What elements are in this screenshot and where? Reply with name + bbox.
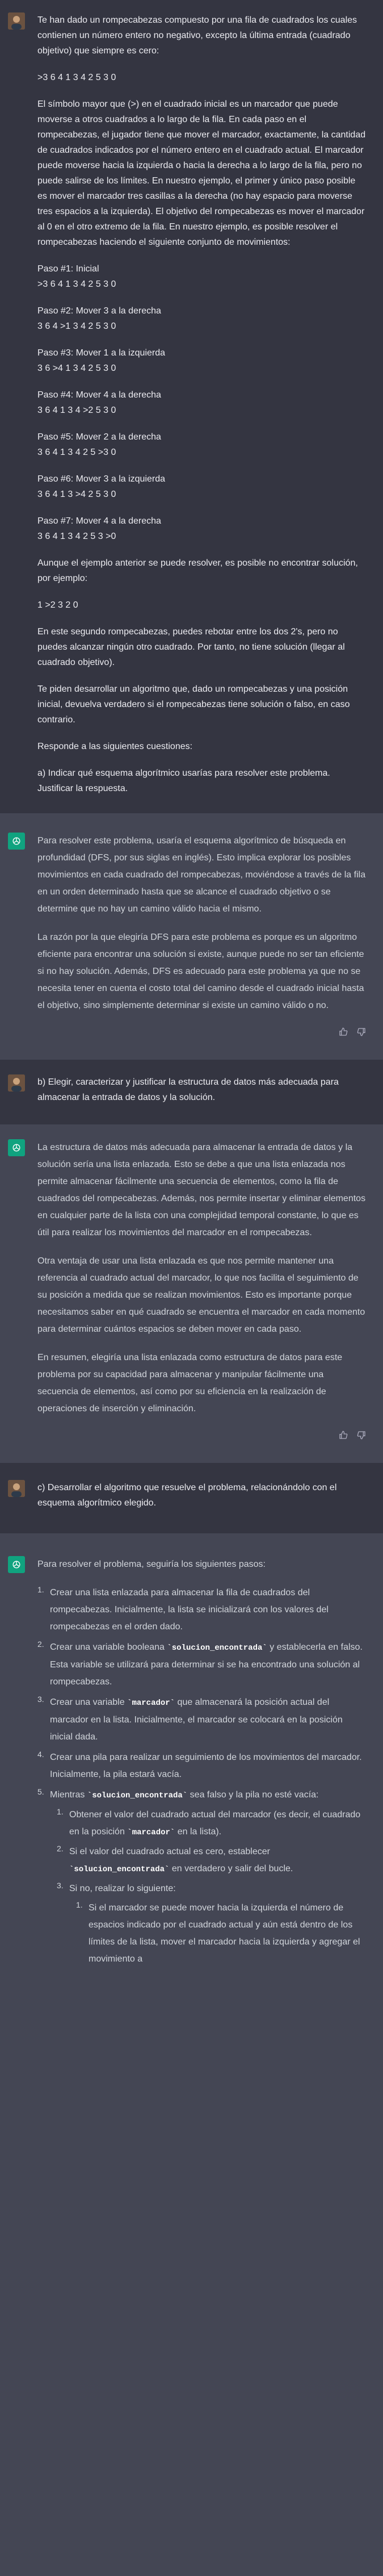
paragraph: En este segundo rompecabezas, puedes reb… (37, 627, 345, 667)
paragraph: Responde a las siguientes cuestiones: (37, 742, 193, 751)
user-avatar-icon (8, 1074, 25, 1092)
list-item: Si el valor del cuadrado actual es cero,… (57, 1840, 293, 1874)
paragraph: Para resolver este problema, usaría el e… (37, 836, 366, 914)
paragraph: La razón por la que elegiría DFS para es… (37, 932, 364, 1010)
paragraph: La estructura de datos más adecuada para… (37, 1143, 366, 1237)
paragraph: El símbolo mayor que (>) en el cuadrado … (37, 99, 366, 247)
paragraph: Otra ventaja de usar una lista enlazada … (37, 1256, 365, 1334)
paragraph: Paso #1: Inicial >3 6 4 1 3 4 2 5 3 0 (37, 264, 116, 289)
user-message-text: c) Desarrollar el algoritmo que resuelve… (37, 1480, 366, 1511)
thumbs-down-icon[interactable] (357, 1026, 366, 1043)
paragraph: Para resolver el problema, seguiría los … (37, 1559, 266, 1569)
paragraph: Te piden desarrollar un algoritmo que, d… (37, 684, 350, 725)
paragraph: Paso #4: Mover 4 a la derecha 3 6 4 1 3 … (37, 390, 161, 415)
user-message-2: b) Elegir, caracterizar y justificar la … (0, 1060, 383, 1124)
openai-logo-icon (8, 1139, 25, 1156)
paragraph: 1 >2 3 2 0 (37, 600, 78, 610)
user-message-3: c) Desarrollar el algoritmo que resuelve… (0, 1463, 383, 1533)
assistant-message-text: La estructura de datos más adecuada para… (37, 1139, 366, 1446)
chat-thread: Te han dado un rompecabezas compuesto po… (0, 0, 383, 1988)
list-item: Crear una lista enlazada para almacenar … (37, 1581, 329, 1632)
algorithm-steps: Crear una lista enlazada para almacenar … (37, 1581, 366, 1968)
user-message-1: Te han dado un rompecabezas compuesto po… (0, 0, 383, 813)
paragraph: b) Elegir, caracterizar y justificar la … (37, 1077, 339, 1102)
assistant-message-1: Para resolver este problema, usaría el e… (0, 813, 383, 1060)
paragraph: Te han dado un rompecabezas compuesto po… (37, 15, 357, 56)
thumbs-up-icon[interactable] (339, 1026, 348, 1043)
paragraph: Paso #2: Mover 3 a la derecha 3 6 4 >1 3… (37, 306, 161, 331)
assistant-message-text: Para resolver el problema, seguiría los … (37, 1556, 366, 1971)
openai-logo-icon (8, 833, 25, 850)
thumbs-down-icon[interactable] (357, 1429, 366, 1446)
list-item: Crear una variable booleana `solucion_en… (37, 1636, 363, 1687)
user-message-text: b) Elegir, caracterizar y justificar la … (37, 1074, 366, 1105)
feedback-buttons (37, 1429, 366, 1446)
list-item: Obtener el valor del cuadrado actual del… (57, 1803, 361, 1837)
paragraph: Paso #6: Mover 3 a la izquierda 3 6 4 1 … (37, 474, 166, 499)
sub-steps: Obtener el valor del cuadrado actual del… (50, 1803, 366, 1968)
paragraph: Paso #3: Mover 1 a la izquierda 3 6 >4 1… (37, 348, 166, 373)
openai-logo-icon (8, 1556, 25, 1573)
thumbs-up-icon[interactable] (339, 1429, 348, 1446)
assistant-message-text: Para resolver este problema, usaría el e… (37, 833, 366, 1043)
sub-sub-steps: Si el marcador se puede mover hacia la i… (69, 1896, 366, 1968)
paragraph: Paso #7: Mover 4 a la derecha 3 6 4 1 3 … (37, 516, 161, 541)
list-item: Mientras `solucion_encontrada` sea falso… (37, 1783, 366, 1968)
paragraph: Aunque el ejemplo anterior se puede reso… (37, 558, 358, 583)
list-item: Crear una variable `marcador` que almace… (37, 1691, 343, 1742)
assistant-message-2: La estructura de datos más adecuada para… (0, 1124, 383, 1463)
paragraph: >3 6 4 1 3 4 2 5 3 0 (37, 73, 116, 82)
user-message-text: Te han dado un rompecabezas compuesto po… (37, 12, 366, 796)
paragraph: a) Indicar qué esquema algorítmico usarí… (37, 768, 330, 793)
list-item: Si el marcador se puede mover hacia la i… (76, 1896, 360, 1964)
paragraph: Paso #5: Mover 2 a la derecha 3 6 4 1 3 … (37, 432, 161, 457)
paragraph: c) Desarrollar el algoritmo que resuelve… (37, 1483, 337, 1508)
paragraph: En resumen, elegiría una lista enlazada … (37, 1353, 343, 1414)
list-item: Si no, realizar lo siguiente: Si el marc… (57, 1877, 366, 1968)
user-avatar-icon (8, 1480, 25, 1497)
feedback-buttons (37, 1026, 366, 1043)
list-item: Crear una pila para realizar un seguimie… (37, 1746, 362, 1779)
assistant-message-3: Para resolver el problema, seguiría los … (0, 1533, 383, 1988)
user-avatar-icon (8, 12, 25, 30)
